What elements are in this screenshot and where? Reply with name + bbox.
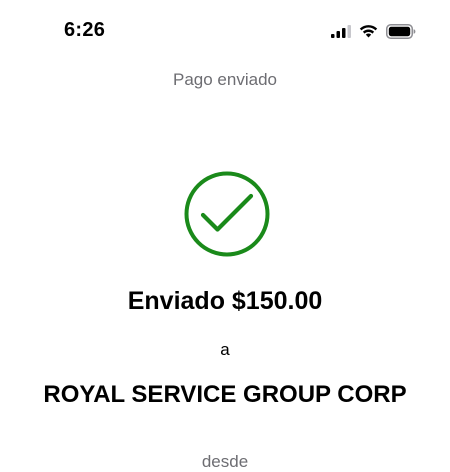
from-label: desde [201,452,249,471]
status-time: 6:26 [64,19,106,41]
to-label: a [220,340,230,359]
success-check-container [184,171,270,257]
status-icons [331,22,416,40]
wifi-icon [359,25,378,38]
recipient-name: ROYAL SERVICE GROUP CORP [43,381,407,408]
sent-amount: Enviado $150.00 [127,287,323,315]
checkmark-circle-icon [184,171,270,257]
battery-icon [386,23,416,39]
page-title: Pago enviado [173,70,277,89]
status-bar: 6:26 [0,0,450,60]
cellular-signal-icon [331,24,351,38]
